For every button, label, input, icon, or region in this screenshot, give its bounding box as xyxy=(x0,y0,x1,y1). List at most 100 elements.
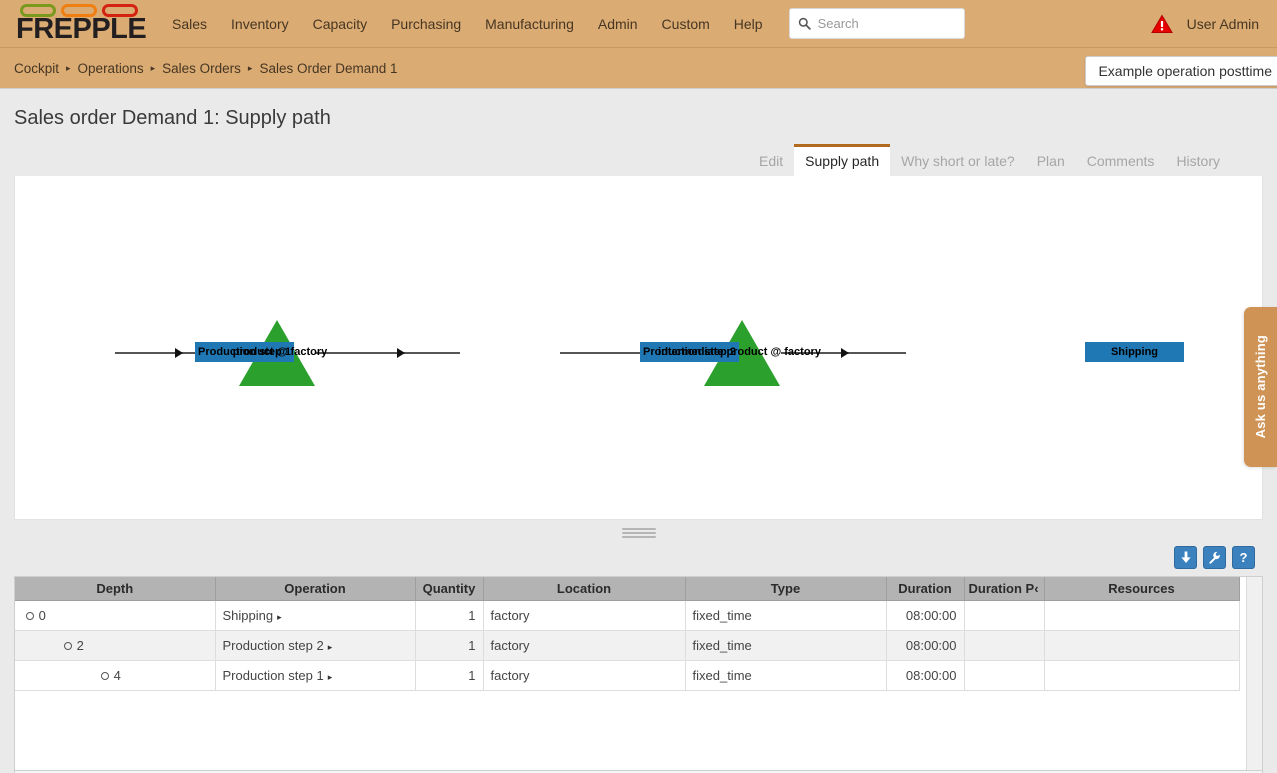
panel-resize-handle[interactable] xyxy=(0,520,1277,546)
column-header-type[interactable]: Type xyxy=(685,577,886,600)
frepple-logo[interactable]: FREPPLE xyxy=(12,2,140,46)
supply-path-table: Depth Operation Quantity Location Type D… xyxy=(14,576,1263,771)
table-row[interactable]: 0 Shipping▸ 1 factory fixed_time 08:00:0… xyxy=(15,600,1239,630)
column-header-depth[interactable]: Depth xyxy=(15,577,215,600)
nav-item-purchasing[interactable]: Purchasing xyxy=(379,10,473,38)
arrow-head-icon xyxy=(397,348,405,358)
ask-us-anything-tab[interactable]: Ask us anything xyxy=(1244,307,1277,467)
breadcrumb-item-cockpit[interactable]: Cockpit xyxy=(14,61,59,76)
table-row[interactable]: 4 Production step 1 ▸ 1 factory fixed_tim… xyxy=(15,660,1239,690)
cell-resources xyxy=(1044,600,1239,630)
cell-duration-per xyxy=(964,600,1044,630)
table-row[interactable]: 2 Production step 2▸ 1 factory fixed_tim… xyxy=(15,630,1239,660)
operation-caret-icon[interactable]: ▸ xyxy=(328,642,333,653)
cell-duration: 08:00:00 xyxy=(886,660,964,690)
settings-button[interactable] xyxy=(1203,546,1226,569)
tab-why-short-or-late[interactable]: Why short or late? xyxy=(890,144,1026,176)
grid-toolbar: ? xyxy=(0,546,1277,576)
operation-link[interactable]: Production step 2 xyxy=(223,638,324,653)
operation-caret-icon[interactable]: ▸ xyxy=(328,672,333,683)
logo-text: FREPPLE xyxy=(16,15,146,44)
nav-item-custom[interactable]: Custom xyxy=(650,10,722,38)
breadcrumb-separator-icon: ▸ xyxy=(248,64,253,73)
operation-node-shipping[interactable]: Shipping xyxy=(1085,342,1184,362)
nav-item-help[interactable]: Help xyxy=(722,10,775,38)
expand-bullet-icon[interactable] xyxy=(64,642,72,650)
breadcrumb-item-operations[interactable]: Operations xyxy=(78,61,144,76)
cell-type: fixed_time xyxy=(685,660,886,690)
download-icon xyxy=(1180,551,1192,564)
supply-path-diagram[interactable]: product @ factory intermediate product @… xyxy=(14,176,1263,520)
column-header-quantity[interactable]: Quantity xyxy=(415,577,483,600)
cell-quantity: 1 xyxy=(415,660,483,690)
export-button[interactable] xyxy=(1174,546,1197,569)
detail-tabs: Edit Supply path Why short or late? Plan… xyxy=(0,140,1277,176)
buffer-label-intermediate-product-at-factory[interactable]: intermediate product @ factory xyxy=(627,346,852,358)
tab-plan[interactable]: Plan xyxy=(1026,144,1076,176)
help-icon: ? xyxy=(1240,551,1248,564)
column-header-duration-per[interactable]: Duration P‹ xyxy=(964,577,1044,600)
cell-operation: Production step 1 ▸ xyxy=(215,660,415,690)
cell-location: factory xyxy=(483,660,685,690)
breadcrumb-bar: Cockpit ▸ Operations ▸ Sales Orders ▸ Sa… xyxy=(0,48,1277,89)
breadcrumb: Cockpit ▸ Operations ▸ Sales Orders ▸ Sa… xyxy=(14,61,398,76)
cell-location: factory xyxy=(483,600,685,630)
nav-item-admin[interactable]: Admin xyxy=(586,10,650,38)
arrow-head-icon xyxy=(175,348,183,358)
depth-value: 4 xyxy=(114,668,121,683)
resize-grip-icon xyxy=(622,526,656,540)
main-menu: Sales Inventory Capacity Purchasing Manu… xyxy=(160,10,775,38)
cell-duration: 08:00:00 xyxy=(886,600,964,630)
cell-duration: 08:00:00 xyxy=(886,630,964,660)
column-header-location[interactable]: Location xyxy=(483,577,685,600)
cell-operation: Production step 2 ▸ xyxy=(215,630,415,660)
nav-item-inventory[interactable]: Inventory xyxy=(219,10,301,38)
column-header-resources[interactable]: Resources xyxy=(1044,577,1239,600)
search-box[interactable] xyxy=(789,8,965,39)
operation-link[interactable]: Production step 1 xyxy=(223,668,324,683)
nav-item-manufacturing[interactable]: Manufacturing xyxy=(473,10,586,38)
cell-depth: 2 xyxy=(15,630,215,660)
table-header-row: Depth Operation Quantity Location Type D… xyxy=(15,577,1239,600)
cell-quantity: 1 xyxy=(415,600,483,630)
depth-value: 0 xyxy=(39,608,46,623)
top-right-area: User Admin xyxy=(1151,14,1265,34)
user-menu[interactable]: User Admin xyxy=(1187,16,1259,32)
expand-bullet-icon[interactable] xyxy=(26,612,34,620)
help-button[interactable]: ? xyxy=(1232,546,1255,569)
warning-triangle-icon[interactable] xyxy=(1151,14,1173,34)
cell-duration-per xyxy=(964,660,1044,690)
table-vertical-scrollbar[interactable] xyxy=(1246,577,1262,770)
wrench-icon xyxy=(1208,551,1221,564)
breadcrumb-item-sales-orders[interactable]: Sales Orders xyxy=(162,61,241,76)
cell-location: factory xyxy=(483,630,685,660)
cell-resources xyxy=(1044,660,1239,690)
page-title: Sales order Demand 1: Supply path xyxy=(0,89,1277,130)
search-icon xyxy=(798,17,811,30)
depth-value: 2 xyxy=(77,638,84,653)
tab-supply-path[interactable]: Supply path xyxy=(794,144,890,176)
table: Depth Operation Quantity Location Type D… xyxy=(15,577,1240,691)
expand-bullet-icon[interactable] xyxy=(101,672,109,680)
cell-resources xyxy=(1044,630,1239,660)
breadcrumb-item-sales-order-demand-1[interactable]: Sales Order Demand 1 xyxy=(259,61,397,76)
operation-link[interactable]: Shipping xyxy=(223,608,274,623)
nav-item-sales[interactable]: Sales xyxy=(160,10,219,38)
breadcrumb-separator-icon: ▸ xyxy=(66,64,71,73)
tab-comments[interactable]: Comments xyxy=(1076,144,1166,176)
search-input[interactable] xyxy=(816,15,956,32)
tooltip-popup: Example operation posttime xyxy=(1085,56,1277,86)
tab-history[interactable]: History xyxy=(1165,144,1231,176)
cell-depth: 0 xyxy=(15,600,215,630)
cell-operation: Shipping▸ xyxy=(215,600,415,630)
tab-edit[interactable]: Edit xyxy=(748,144,794,176)
operation-caret-icon[interactable]: ▸ xyxy=(277,612,282,623)
buffer-label-product-at-factory[interactable]: product @ factory xyxy=(197,346,363,358)
column-header-duration[interactable]: Duration xyxy=(886,577,964,600)
cell-type: fixed_time xyxy=(685,630,886,660)
cell-duration-per xyxy=(964,630,1044,660)
cell-type: fixed_time xyxy=(685,600,886,630)
breadcrumb-separator-icon: ▸ xyxy=(151,64,156,73)
nav-item-capacity[interactable]: Capacity xyxy=(301,10,379,38)
column-header-operation[interactable]: Operation xyxy=(215,577,415,600)
